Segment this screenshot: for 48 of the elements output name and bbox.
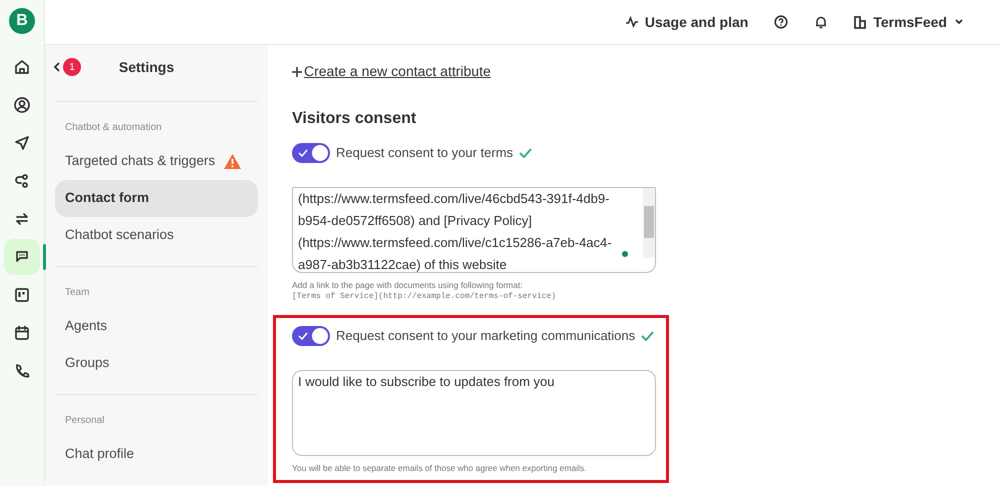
section-heading: Personal (64, 414, 106, 428)
activity-icon (624, 15, 639, 29)
house-icon (13, 58, 31, 76)
building-icon (854, 16, 866, 28)
calendar-icon (13, 324, 31, 342)
help-text: You will be able to separate emails of those who agree when exporting emails. (292, 462, 588, 474)
user-circle-icon (13, 96, 31, 114)
kanban-icon (13, 286, 31, 304)
chevron-down-icon (954, 18, 964, 26)
help-text: Add a link to the page with documents using following format: (292, 279, 524, 291)
sidebar-item[interactable]: Targeted chats & triggers (55, 143, 258, 180)
toggle-switch[interactable] (292, 143, 330, 163)
sidebar-item[interactable]: Chatbot scenarios (55, 217, 258, 254)
nav-item[interactable] (4, 239, 40, 275)
sidebar-item[interactable]: Contact form (55, 180, 258, 217)
active-indicator (42, 244, 46, 270)
usage-link[interactable]: Usage and plan (644, 12, 748, 32)
app-logo[interactable]: B (9, 8, 35, 34)
plus-icon (292, 66, 302, 76)
text-area[interactable]: I would like to subscribe to updates from you (292, 370, 656, 456)
flow-icon (13, 172, 31, 190)
sidebar-item[interactable]: Agents (55, 308, 258, 345)
section-heading: Chatbot & automation (64, 121, 163, 135)
check-icon (298, 332, 308, 340)
notification-badge: 1 (63, 58, 81, 76)
bell-icon[interactable] (814, 15, 828, 29)
consent-label: Request consent to your terms (336, 144, 514, 162)
chevron-left-icon (53, 62, 61, 72)
sidebar-title: Settings (118, 58, 174, 77)
phone-icon (13, 362, 31, 380)
scrollbar[interactable] (643, 188, 655, 258)
check-icon (298, 149, 308, 157)
help-text: [Terms of Service](http://example.com/terms-of-service) (292, 291, 558, 303)
section-title: Visitors consent (292, 109, 418, 129)
paper-plane-icon (13, 134, 31, 152)
sidebar-item[interactable]: Chat profile (55, 436, 258, 473)
section-heading: Team (64, 286, 90, 300)
create-attribute-link[interactable]: Create a new contact attribute (292, 61, 491, 82)
toggle-switch[interactable] (292, 326, 330, 346)
back-button[interactable]: 1 (53, 58, 81, 76)
check-icon (519, 148, 532, 158)
consent-label: Request consent to your marketing communications (336, 327, 636, 346)
text-area[interactable]: (https://www.termsfeed.com/live/46cbd543-391f-4db9- b954-de0572ff6508) and [Privacy Policy] (https://www.termsfeed.com/live/c1c15286-a7eb-4ac4- a987-ab3b31122cae) of this website (292, 187, 656, 273)
check-icon (641, 331, 654, 341)
account-menu[interactable]: TermsFeed (854, 12, 964, 32)
sidebar-item[interactable]: Groups (55, 345, 258, 382)
arrows-swap-icon (13, 210, 31, 228)
help-icon[interactable] (774, 15, 788, 29)
